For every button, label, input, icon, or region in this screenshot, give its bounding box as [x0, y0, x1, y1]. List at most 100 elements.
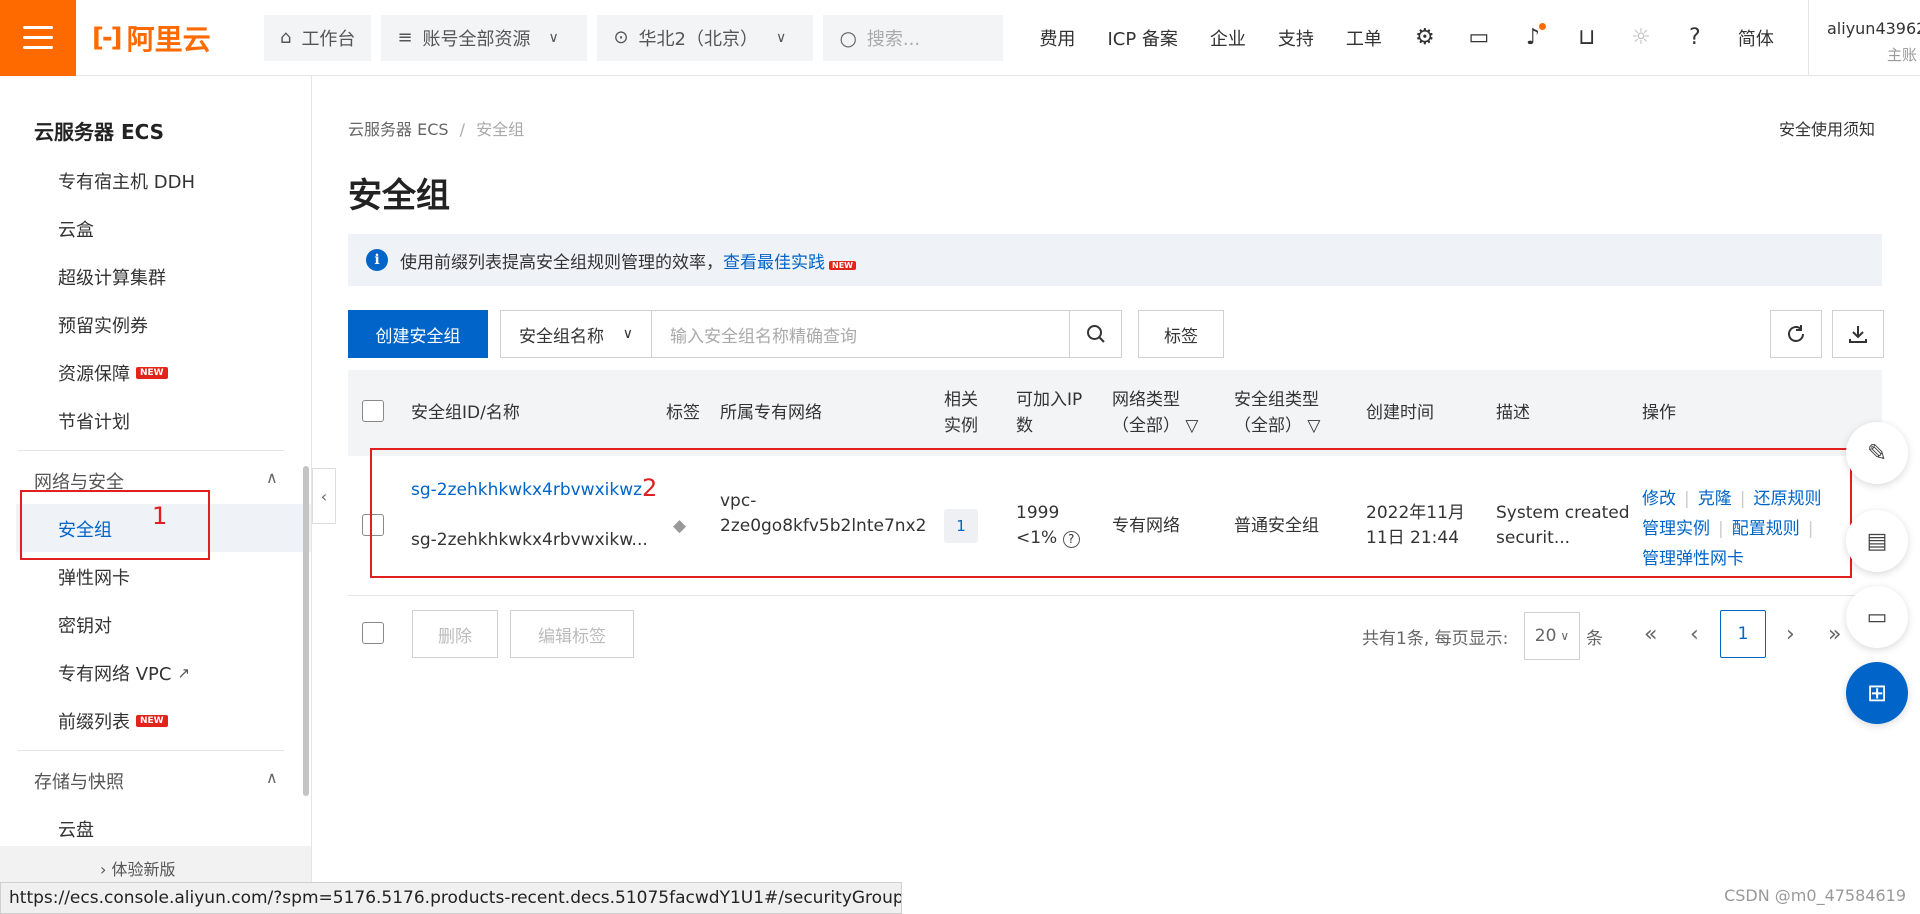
sidebar-item-resource-guarantee[interactable]: 资源保障 NEW [58, 360, 168, 386]
global-search-input[interactable]: ○ 搜索... [823, 14, 1004, 61]
prev-page-icon[interactable]: ‹ [1690, 622, 1699, 647]
security-group-search-input[interactable]: 输入安全组名称精确查询 [652, 310, 1070, 358]
next-page-icon[interactable]: › [1786, 622, 1795, 647]
aliyun-logo[interactable]: [-] 阿里云 [92, 18, 242, 58]
column-instances: 相关 实例 [944, 387, 978, 439]
page-size-select[interactable]: 20 ∨ [1524, 612, 1580, 660]
sidebar-item-cloud-box[interactable]: 云盒 [58, 216, 94, 242]
sidebar-item-reserved-instance[interactable]: 预留实例券 [58, 312, 148, 338]
sidebar-item-prefix-list[interactable]: 前缀列表 NEW [58, 708, 168, 734]
column-actions: 操作 [1642, 403, 1676, 423]
chevron-down-icon: ∨ [775, 29, 787, 46]
sidebar-item-disk[interactable]: 云盘 [58, 816, 94, 842]
language-switch[interactable]: 简体 [1722, 25, 1790, 51]
help-icon[interactable]: ? [1668, 25, 1722, 50]
first-page-icon[interactable]: « [1644, 622, 1657, 647]
footer-select-all-checkbox[interactable] [362, 622, 384, 644]
current-page-button[interactable]: 1 [1720, 610, 1766, 658]
sidebar-item-label: 资源保障 [58, 364, 130, 385]
tag-filter-button[interactable]: 标签 [1138, 310, 1224, 358]
breadcrumb-separator: / [459, 120, 466, 139]
top-navigation-bar: [-] 阿里云 ⌂ 工作台 ≡ 账号全部资源 ∨ ⊙ 华北2（北京） ∨ ○ 搜… [0, 0, 1920, 76]
sidebar-item-label: 云盒 [58, 220, 94, 241]
link-ticket[interactable]: 工单 [1330, 25, 1398, 51]
try-new-version-link[interactable]: › 体验新版 [100, 856, 176, 880]
search-button[interactable] [1070, 310, 1122, 358]
global-search-placeholder: 搜索... [866, 28, 921, 50]
export-button[interactable] [1832, 310, 1884, 358]
refresh-icon [1788, 325, 1804, 342]
sidebar-item-label: 前缀列表 [58, 712, 130, 733]
sidebar-group-storage[interactable]: 存储与快照 [34, 768, 124, 794]
chevron-down-icon: ∨ [622, 326, 633, 342]
lightbulb-icon[interactable]: ☼ [1614, 25, 1668, 50]
column-tag: 标签 [666, 403, 700, 423]
column-created: 创建时间 [1366, 403, 1434, 423]
link-support[interactable]: 支持 [1262, 25, 1330, 51]
new-badge: NEW [136, 367, 168, 379]
sidebar-collapse-button[interactable]: ‹ [312, 468, 336, 524]
download-icon [1849, 326, 1867, 343]
bell-icon[interactable]: ♪ [1506, 23, 1560, 50]
info-banner: i 使用前缀列表提高安全组规则管理的效率，查看最佳实践 NEW [348, 234, 1882, 286]
home-icon: ⌂ [280, 27, 292, 48]
column-ip-count: 可加入IP 数 [1016, 387, 1082, 439]
user-account[interactable]: aliyun43962 主账 [1808, 0, 1920, 76]
filter-field-select[interactable]: 安全组名称 ∨ [500, 310, 652, 358]
terminal-icon[interactable]: ▭ [1452, 25, 1506, 50]
column-description: 描述 [1496, 403, 1530, 423]
column-instances-line1: 相关 [944, 390, 978, 410]
link-billing[interactable]: 费用 [1023, 25, 1091, 51]
filter-icon[interactable]: ▽ [1185, 416, 1198, 436]
menu-icon[interactable] [0, 0, 76, 76]
select-all-checkbox[interactable] [362, 400, 384, 422]
region-select[interactable]: ⊙ 华北2（北京） ∨ [597, 14, 814, 61]
sidebar-item-key-pair[interactable]: 密钥对 [58, 612, 112, 638]
chevron-up-icon[interactable]: ∧ [266, 768, 278, 787]
sidebar-item-label: 节省计划 [58, 412, 130, 433]
edit-float-button[interactable]: ✎ [1846, 422, 1908, 484]
resource-scope-select[interactable]: ≡ 账号全部资源 ∨ [381, 14, 588, 61]
column-sg-type[interactable]: 安全组类型 （全部） ▽ [1234, 387, 1320, 439]
sidebar-item-super-cluster[interactable]: 超级计算集群 [58, 264, 166, 290]
sidebar-item-ddh[interactable]: 专有宿主机 DDH [58, 168, 195, 194]
location-pin-icon: ⊙ [613, 27, 629, 48]
sidebar-item-label: 专有宿主机 DDH [58, 172, 195, 193]
column-network-type[interactable]: 网络类型 （全部） ▽ [1112, 387, 1198, 439]
link-icp[interactable]: ICP 备案 [1091, 25, 1193, 51]
column-sg-type-line1: 安全组类型 [1234, 390, 1319, 410]
cart-icon[interactable]: ⊔ [1560, 25, 1614, 50]
external-link-icon: ↗ [177, 664, 191, 682]
feedback-float-button[interactable]: ▭ [1846, 586, 1908, 648]
delete-button[interactable]: 删除 [412, 610, 498, 658]
link-enterprise[interactable]: 企业 [1194, 25, 1262, 51]
breadcrumb-root[interactable]: 云服务器 ECS [348, 120, 449, 139]
refresh-button[interactable] [1770, 310, 1822, 358]
grid-icon: ⊞ [1866, 679, 1888, 707]
best-practice-link[interactable]: 查看最佳实践 [723, 253, 825, 273]
apps-float-button[interactable]: ⊞ [1846, 662, 1908, 724]
security-notice-link[interactable]: 安全使用须知 [1779, 116, 1875, 140]
edit-tags-button[interactable]: 编辑标签 [510, 610, 634, 658]
last-page-icon[interactable]: » [1828, 622, 1841, 647]
sidebar-item-label: 专有网络 VPC [58, 664, 172, 685]
sidebar-scrollbar[interactable] [303, 466, 309, 796]
top-links: 费用 ICP 备案 企业 支持 工单 ⚙ ▭ ♪ ⊔ ☼ ? 简体 [1023, 23, 1790, 51]
sidebar-item-savings-plan[interactable]: 节省计划 [58, 408, 130, 434]
chevron-left-icon: ‹ [320, 486, 328, 506]
sidebar-item-label: 超级计算集群 [58, 268, 166, 289]
workbench-button[interactable]: ⌂ 工作台 [264, 14, 372, 61]
column-ip-line1: 可加入IP [1016, 390, 1083, 410]
api-icon[interactable]: ⚙ [1398, 25, 1452, 50]
sidebar-item-eni[interactable]: 弹性网卡 [58, 564, 130, 590]
sidebar-item-vpc[interactable]: 专有网络 VPC ↗ [58, 660, 190, 686]
column-id-name: 安全组ID/名称 [411, 403, 520, 423]
filter-icon[interactable]: ▽ [1307, 416, 1320, 436]
column-vpc: 所属专有网络 [720, 403, 822, 423]
chevron-down-icon: ∨ [1560, 629, 1570, 643]
resource-scope-label: 账号全部资源 [422, 28, 531, 50]
create-security-group-button[interactable]: 创建安全组 [348, 310, 488, 358]
page-size-unit: 条 [1586, 629, 1603, 649]
chevron-up-icon[interactable]: ∧ [266, 468, 278, 487]
docs-float-button[interactable]: ▤ [1846, 510, 1908, 572]
